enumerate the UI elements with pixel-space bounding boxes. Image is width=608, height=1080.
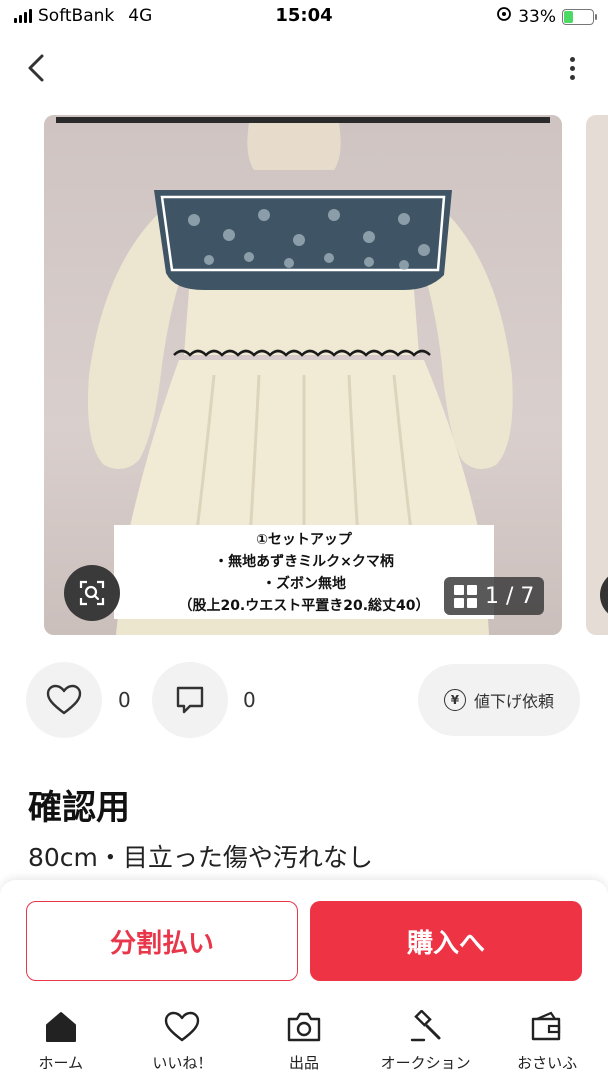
buy-bar: 分割払い 購入へ <box>0 880 608 1000</box>
caption-line: ・ズボン無地 <box>262 576 346 592</box>
installment-button[interactable]: 分割払い <box>26 901 298 981</box>
camera-icon <box>284 1010 324 1044</box>
tab-home[interactable]: ホーム <box>0 1000 122 1080</box>
yen-icon: ¥ <box>443 689 466 711</box>
chevron-left-icon <box>28 54 44 82</box>
home-icon <box>41 1010 81 1044</box>
action-row: 0 0 ¥ 値下げ依頼 <box>0 660 608 738</box>
back-button[interactable] <box>18 48 54 88</box>
more-vertical-icon[interactable] <box>566 52 578 84</box>
comment-icon <box>176 686 204 714</box>
battery-fill <box>564 10 574 23</box>
tab-sell[interactable]: 出品 <box>243 1000 365 1080</box>
battery-icon <box>562 8 597 25</box>
photo-gallery[interactable]: ①セットアップ ・無地あずきミルク×クマ柄 ・ズボン無地 （股上20.ウエスト平… <box>0 115 608 635</box>
caption-line: （股上20.ウエスト平置き20.総丈40） <box>178 598 430 614</box>
price-request-label: 値下げ依頼 <box>473 692 554 711</box>
heart-icon <box>162 1010 202 1044</box>
comment-button[interactable] <box>152 662 228 738</box>
like-count: 0 <box>118 688 131 712</box>
like-button[interactable] <box>26 662 102 738</box>
tab-bar: ホーム いいね！ 出品 オークション おさいふ <box>0 1000 608 1080</box>
tab-auction[interactable]: オークション <box>365 1000 487 1080</box>
caption-line: ・無地あずきミルク×クマ柄 <box>214 554 394 570</box>
orientation-lock-icon <box>496 6 512 27</box>
tab-label: 出品 <box>288 1054 319 1072</box>
price-request-button[interactable]: ¥ 値下げ依頼 <box>418 664 580 736</box>
item-subtitle: 80cm・目立った傷や汚れなし <box>28 843 373 872</box>
item-title: 確認用 <box>28 788 130 828</box>
caption-line: ①セットアップ <box>256 532 352 548</box>
photo-caption: ①セットアップ ・無地あずきミルク×クマ柄 ・ズボン無地 （股上20.ウエスト平… <box>114 525 494 619</box>
heart-icon <box>46 684 82 715</box>
wallet-icon <box>527 1010 567 1044</box>
photo-counter[interactable]: 1 / 7 <box>444 577 545 615</box>
zoom-scan-icon[interactable] <box>64 565 120 621</box>
tab-label: いいね！ <box>152 1054 213 1072</box>
comment-count: 0 <box>243 688 256 712</box>
grid-icon <box>454 584 477 608</box>
product-photo[interactable]: ①セットアップ ・無地あずきミルク×クマ柄 ・ズボン無地 （股上20.ウエスト平… <box>44 115 562 635</box>
tab-wallet[interactable]: おさいふ <box>486 1000 608 1080</box>
next-photo-preview[interactable] <box>586 115 608 635</box>
tab-likes[interactable]: いいね！ <box>122 1000 244 1080</box>
gavel-icon <box>406 1010 446 1044</box>
status-right: 33% <box>496 6 597 27</box>
buy-button[interactable]: 購入へ <box>310 901 582 981</box>
tab-label: オークション <box>380 1054 471 1072</box>
battery-percent: 33% <box>518 6 556 27</box>
tab-label: ホーム <box>38 1054 84 1072</box>
status-bar: SoftBank 4G 15:04 33% <box>0 0 608 34</box>
photo-counter-text: 1 / 7 <box>485 583 535 609</box>
tab-label: おさいふ <box>517 1054 578 1072</box>
nav-bar <box>0 40 608 96</box>
